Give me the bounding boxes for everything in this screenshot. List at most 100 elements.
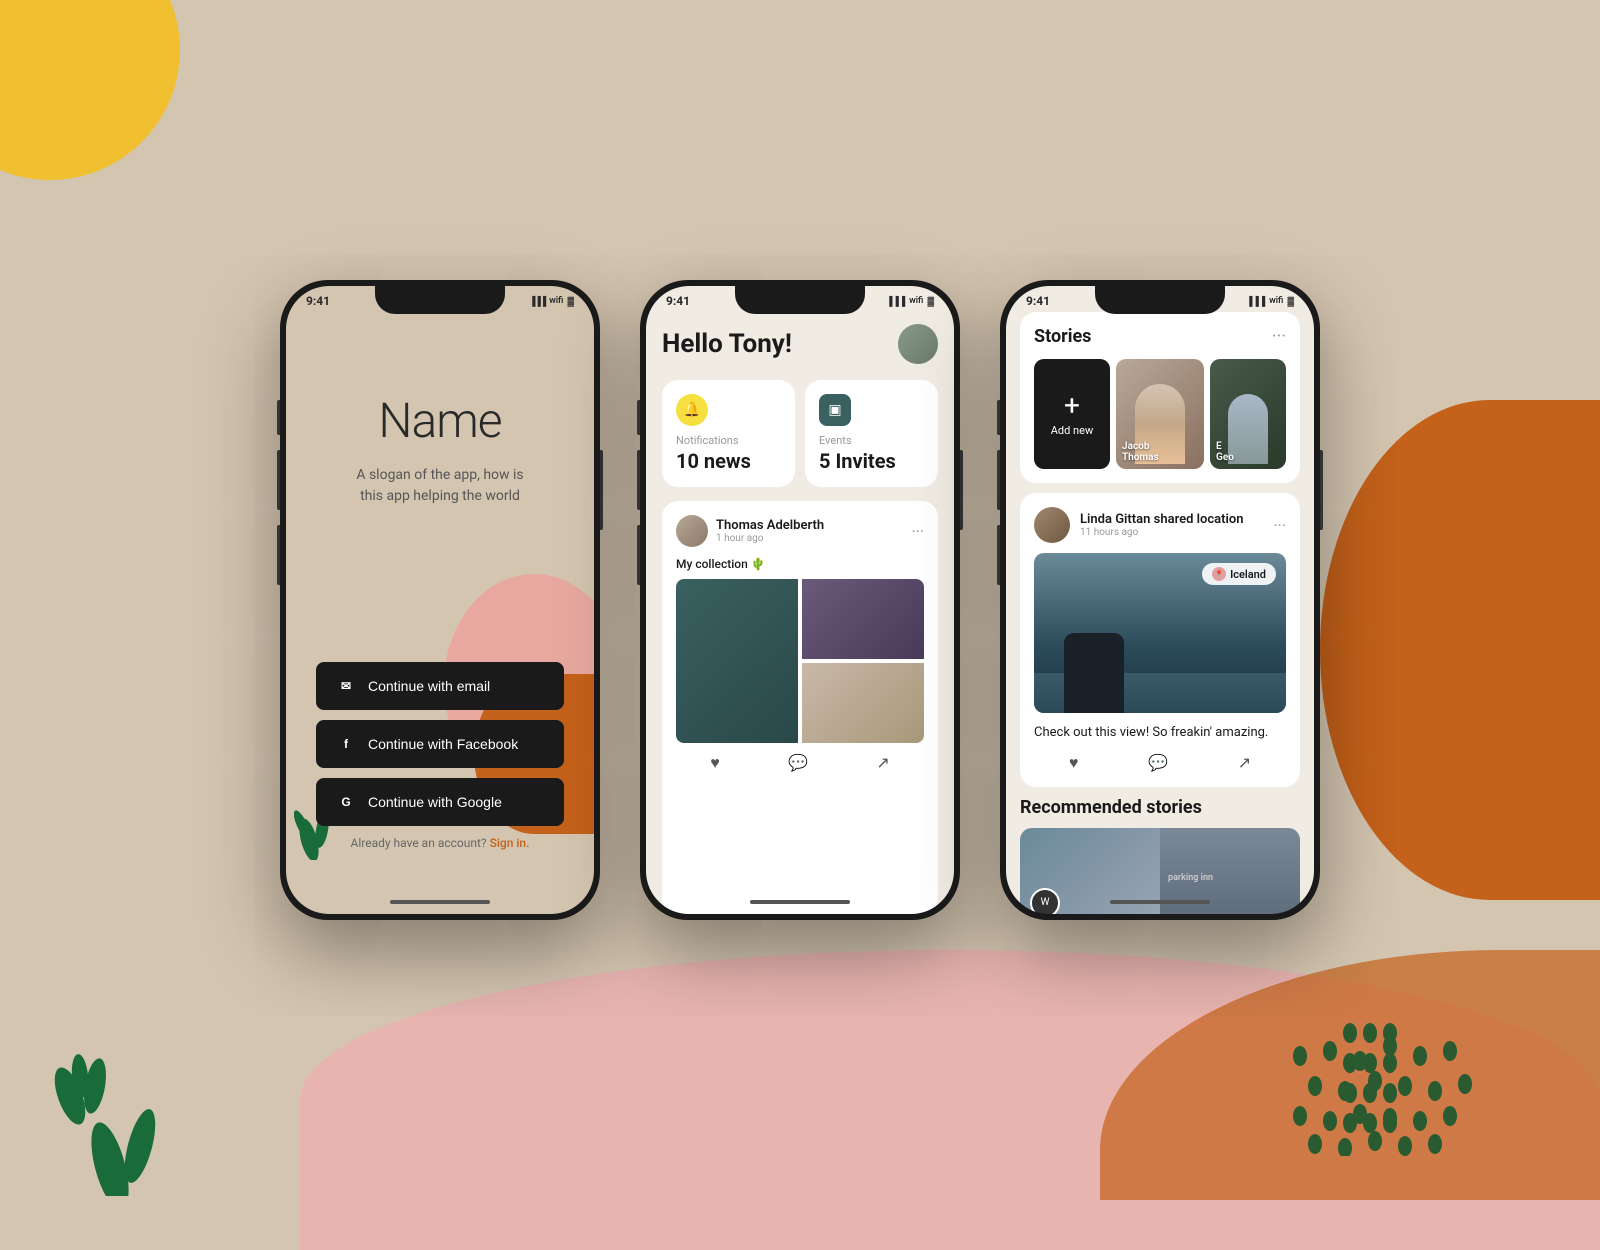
phone-2-notch: [735, 286, 865, 314]
location-post-card: Linda Gittan shared location 11 hours ag…: [1020, 493, 1300, 787]
location-post-text: Check out this view! So freakin' amazing…: [1034, 723, 1286, 743]
phone-power: [600, 450, 603, 530]
share-button[interactable]: ↗: [876, 753, 889, 773]
battery-icon-3: ▓: [1287, 296, 1294, 307]
calendar-icon: ▣: [819, 394, 851, 426]
phone-2-time: 9:41: [666, 294, 690, 308]
comment-button[interactable]: 💬: [788, 753, 808, 773]
comment-button-3[interactable]: 💬: [1148, 753, 1168, 773]
dots-right: [1280, 1036, 1480, 1160]
like-button-3[interactable]: ♥: [1069, 753, 1079, 773]
battery-icon-2: ▓: [927, 296, 934, 307]
post-timestamp: 1 hour ago: [716, 533, 824, 544]
post-header: Thomas Adelberth 1 hour ago ···: [676, 515, 924, 547]
stories-title: Stories: [1034, 326, 1091, 347]
phone-3-status-icons: ▐▐▐ wifi ▓: [1246, 296, 1294, 307]
phone-3-screen: 9:41 ▐▐▐ wifi ▓ Stories ···: [1006, 286, 1314, 914]
post-title: My collection 🌵: [676, 557, 924, 571]
story-jacob-thomas[interactable]: JacobThomas: [1116, 359, 1204, 469]
phone-1-background: 9:41 ▐▐▐ wifi ▓ Name A slogan of the app…: [286, 286, 594, 914]
signal-icon-2: ▐▐▐: [886, 296, 905, 307]
phone-3-notch: [1095, 286, 1225, 314]
avatar-image: [898, 324, 938, 364]
location-post-actions: ♥ 💬 ↗: [1034, 753, 1286, 773]
post-author-name: Thomas Adelberth: [716, 518, 824, 533]
stories-header: Stories ···: [1034, 326, 1286, 347]
location-post-avatar: [1034, 507, 1070, 543]
recommended-avatar: W: [1030, 888, 1060, 915]
facebook-icon: f: [336, 734, 356, 754]
recommended-section: Recommended stories parking inn W: [1020, 797, 1300, 915]
story-geo-label: EGeo: [1216, 441, 1280, 463]
phone-2-home: 9:41 ▐▐▐ wifi ▓ Hello Tony!: [640, 280, 960, 920]
location-name: Iceland: [1230, 568, 1266, 581]
phone-3-volume-down: [997, 525, 1000, 585]
share-button-3[interactable]: ↗: [1238, 753, 1251, 773]
post-more-button[interactable]: ···: [911, 522, 924, 541]
post-author-info: Thomas Adelberth 1 hour ago: [716, 518, 824, 544]
bg-yellow-circle: [0, 0, 180, 180]
stat-cards: 🔔 Notifications 10 news ▣ Events 5 Invit…: [662, 380, 938, 487]
add-story-plus-icon: +: [1064, 392, 1080, 420]
stories-section: Stories ··· + Add new: [1020, 312, 1300, 483]
story-geo[interactable]: EGeo: [1210, 359, 1286, 469]
phone-3-volume-mute: [997, 400, 1000, 435]
bell-icon: 🔔: [676, 394, 708, 426]
phone-2-volume-mute: [637, 400, 640, 435]
phone-2-power: [960, 450, 963, 530]
facebook-button[interactable]: f Continue with Facebook: [316, 720, 564, 768]
phone-2-volume-down: [637, 525, 640, 585]
location-post-more-button[interactable]: ···: [1273, 516, 1286, 535]
notifications-card[interactable]: 🔔 Notifications 10 news: [662, 380, 795, 487]
auth-buttons: ✉ Continue with email f Continue with Fa…: [316, 662, 564, 850]
events-card[interactable]: ▣ Events 5 Invites: [805, 380, 938, 487]
google-button[interactable]: G Continue with Google: [316, 778, 564, 826]
phone-3-content: Stories ··· + Add new: [1006, 312, 1314, 914]
phone-3-background: 9:41 ▐▐▐ wifi ▓ Stories ···: [1006, 286, 1314, 914]
location-post-time: 11 hours ago: [1080, 527, 1244, 538]
app-slogan: A slogan of the app, how isthis app help…: [316, 465, 564, 507]
notifications-label: Notifications: [676, 434, 781, 447]
signal-icon: ▐▐▐: [529, 296, 545, 307]
phone-2-screen: 9:41 ▐▐▐ wifi ▓ Hello Tony!: [646, 286, 954, 914]
post-card: Thomas Adelberth 1 hour ago ··· My colle…: [662, 501, 938, 914]
home-header: Hello Tony!: [662, 312, 938, 380]
events-value: 5 Invites: [819, 449, 924, 473]
add-story-label: Add new: [1051, 424, 1094, 437]
post-image-3: [802, 663, 924, 743]
user-avatar[interactable]: [898, 324, 938, 364]
like-button[interactable]: ♥: [710, 753, 720, 773]
phone-3-volume-up: [997, 450, 1000, 510]
post-image-2: [802, 579, 924, 659]
add-story-button[interactable]: + Add new: [1034, 359, 1110, 469]
post-image-grid: [676, 579, 924, 743]
location-post-header: Linda Gittan shared location 11 hours ag…: [1034, 507, 1286, 543]
wifi-icon-2: wifi: [909, 296, 923, 306]
email-icon: ✉: [336, 676, 356, 696]
iceland-location-badge: 📍 Iceland: [1202, 563, 1276, 585]
email-button[interactable]: ✉ Continue with email: [316, 662, 564, 710]
stories-more-button[interactable]: ···: [1272, 326, 1286, 347]
phone-volume-up: [277, 450, 280, 510]
phone-3-power: [1320, 450, 1323, 530]
signal-icon-3: ▐▐▐: [1246, 296, 1265, 307]
events-label: Events: [819, 434, 924, 447]
phone-1-content: Name A slogan of the app, how isthis app…: [286, 312, 594, 914]
signin-link[interactable]: Sign in.: [490, 836, 530, 850]
phone-volume-down: [277, 525, 280, 585]
signin-prompt: Already have an account? Sign in.: [316, 836, 564, 850]
phone-2-volume-up: [637, 450, 640, 510]
greeting-text: Hello Tony!: [662, 329, 792, 359]
battery-icon: ▓: [567, 296, 574, 307]
wifi-icon-3: wifi: [1269, 296, 1283, 306]
phone-1-screen: 9:41 ▐▐▐ wifi ▓ Name A slogan of the app…: [286, 286, 594, 914]
post-actions: ♥ 💬 ↗: [676, 743, 924, 777]
post-image-1: [676, 579, 798, 743]
phone-1-login: 9:41 ▐▐▐ wifi ▓ Name A slogan of the app…: [280, 280, 600, 920]
location-post-author: Linda Gittan shared location: [1080, 512, 1244, 527]
phones-container: 9:41 ▐▐▐ wifi ▓ Name A slogan of the app…: [280, 280, 1320, 920]
stories-row: + Add new JacobThomas: [1034, 359, 1286, 469]
phone-3-time: 9:41: [1026, 294, 1050, 308]
phone-2-background: 9:41 ▐▐▐ wifi ▓ Hello Tony!: [646, 286, 954, 914]
wifi-icon: wifi: [549, 296, 563, 306]
